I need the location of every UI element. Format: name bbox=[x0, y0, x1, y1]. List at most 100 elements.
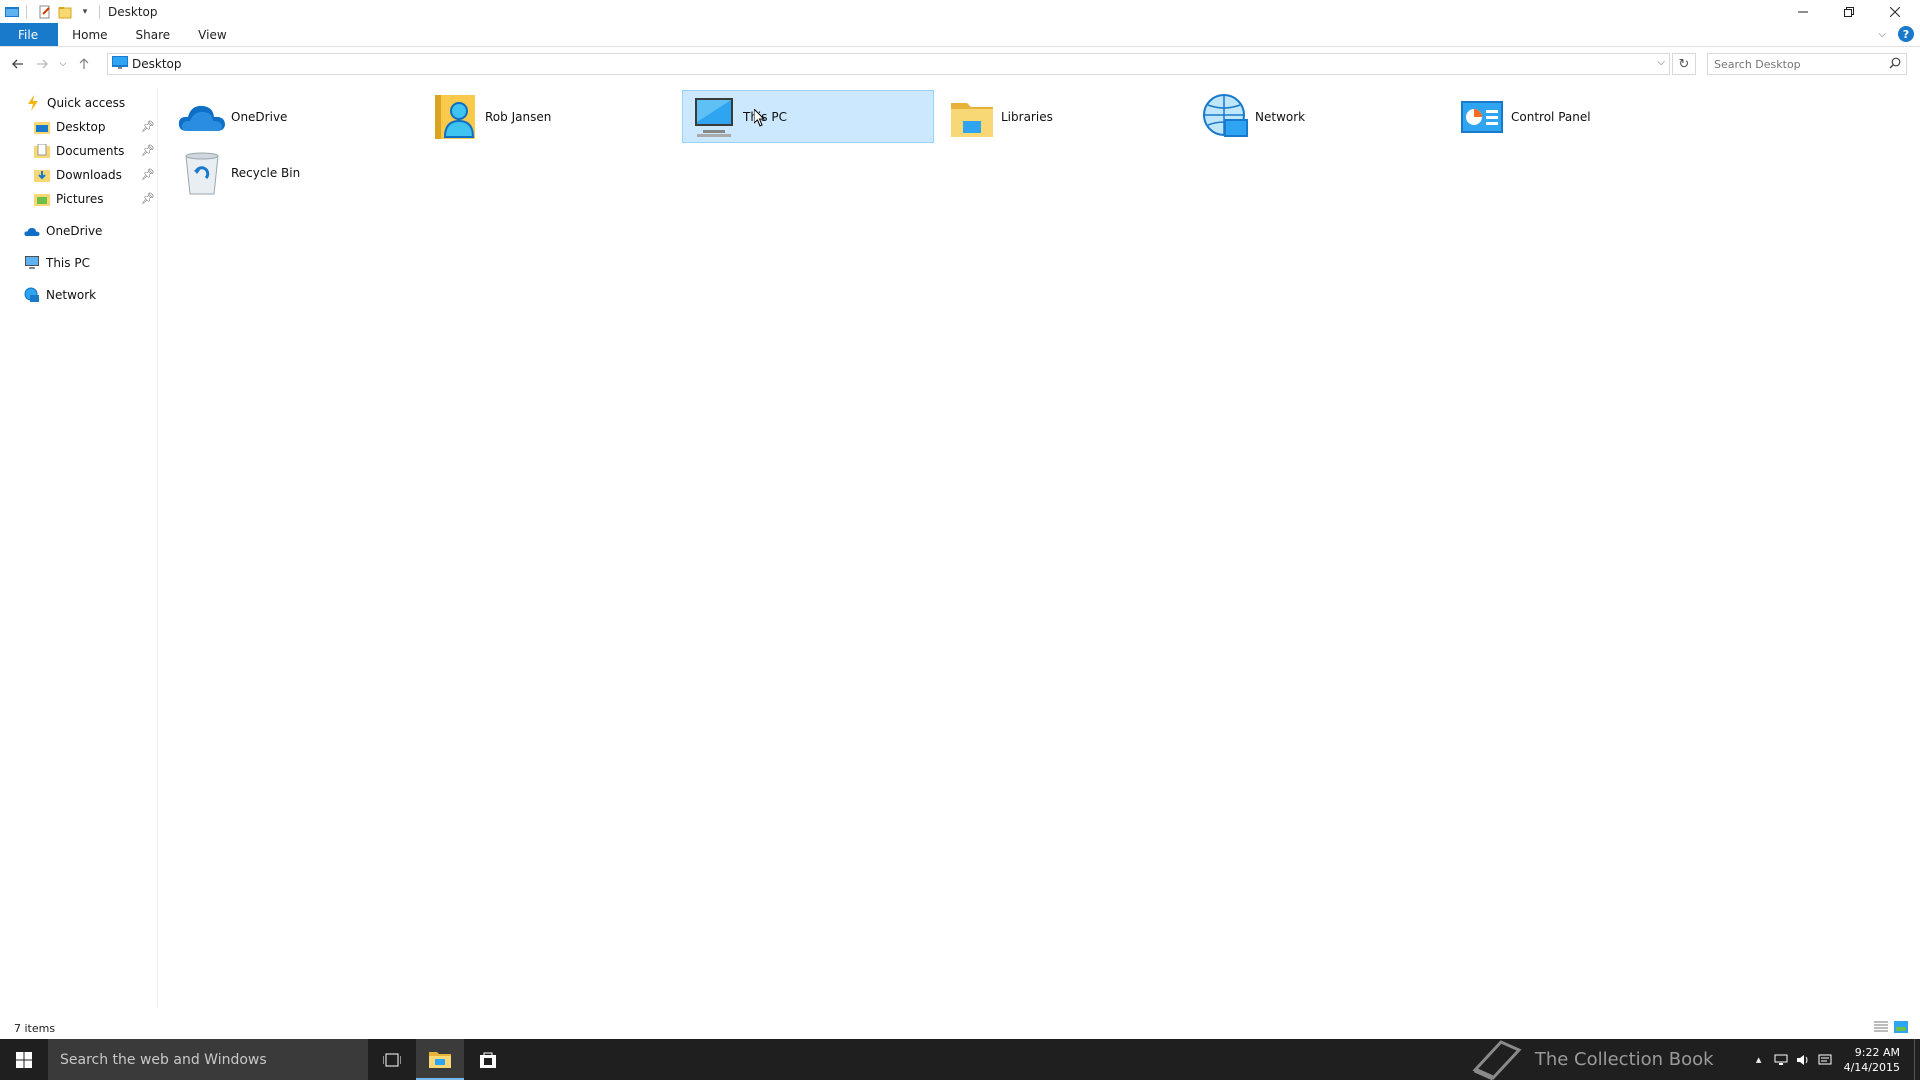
item-count: 7 items bbox=[14, 1021, 56, 1035]
nav-item-network[interactable]: Network bbox=[24, 284, 96, 306]
nav-item-label: OneDrive bbox=[46, 224, 103, 238]
search-icon[interactable] bbox=[1889, 57, 1901, 72]
close-button[interactable] bbox=[1872, 0, 1918, 23]
show-desktop-button[interactable] bbox=[1914, 1039, 1920, 1080]
search-input[interactable] bbox=[1714, 57, 1884, 71]
window-title: Desktop bbox=[108, 4, 158, 19]
nav-item-label: Documents bbox=[56, 144, 125, 158]
nav-item-this-pc[interactable]: This PC bbox=[24, 252, 90, 274]
item-onedrive[interactable]: OneDrive bbox=[170, 90, 422, 143]
back-arrow-icon[interactable] bbox=[6, 52, 30, 76]
status-bar: 7 items bbox=[0, 1017, 1920, 1039]
breadcrumb[interactable]: Desktop bbox=[112, 56, 182, 72]
customize-toolbar-chevron-icon[interactable]: ▾ bbox=[77, 4, 93, 20]
file-explorer-taskbar-icon[interactable] bbox=[416, 1039, 464, 1080]
ribbon-tabs: File Home Share View ⌵ ? bbox=[0, 23, 1920, 47]
address-history-chevron-icon[interactable]: ⌵ bbox=[1657, 57, 1665, 68]
network-icon bbox=[24, 287, 40, 303]
desktop-icon bbox=[112, 56, 128, 72]
item-recycle-bin[interactable]: Recycle Bin bbox=[170, 146, 422, 199]
pictures-folder-icon bbox=[34, 191, 50, 207]
item-this-pc[interactable]: This PC bbox=[682, 90, 934, 143]
item-label: Libraries bbox=[1001, 109, 1053, 124]
start-button[interactable] bbox=[0, 1039, 48, 1080]
details-view-icon[interactable] bbox=[1874, 1021, 1888, 1036]
large-icons-view-icon[interactable] bbox=[1894, 1021, 1908, 1036]
new-folder-icon[interactable] bbox=[57, 4, 73, 20]
quick-access-star-icon bbox=[25, 95, 41, 111]
item-label: Rob Jansen bbox=[485, 109, 552, 124]
mouse-cursor-icon bbox=[753, 107, 766, 130]
breadcrumb-desktop[interactable]: Desktop bbox=[132, 57, 182, 71]
nav-quick-access[interactable]: Quick access bbox=[25, 92, 125, 114]
pin-icon[interactable]: 📌︎ bbox=[141, 168, 155, 181]
navigation-pane: Quick access Desktop 📌︎ Documents 📌︎ Dow… bbox=[0, 88, 158, 1008]
nav-item-label: Downloads bbox=[56, 168, 122, 182]
show-hidden-icons-chevron-icon[interactable]: ▴ bbox=[1748, 1053, 1770, 1066]
user-folder-icon bbox=[431, 92, 481, 142]
recent-locations-chevron-icon[interactable]: ⌵ bbox=[54, 52, 72, 76]
help-icon[interactable]: ? bbox=[1898, 26, 1914, 42]
item-label: Recycle Bin bbox=[231, 165, 301, 180]
title-bar: ▾ Desktop bbox=[0, 0, 1920, 23]
explorer-window: ▾ Desktop File Home Share View ⌵ ? ⌵ Des… bbox=[0, 0, 1920, 1039]
search-box[interactable] bbox=[1707, 53, 1907, 75]
book-icon bbox=[1472, 1039, 1522, 1080]
tab-share[interactable]: Share bbox=[122, 23, 185, 46]
pin-icon[interactable]: 📌︎ bbox=[141, 144, 155, 157]
nav-item-documents[interactable]: Documents bbox=[34, 140, 124, 162]
nav-item-label: Pictures bbox=[56, 192, 104, 206]
nav-item-label: Desktop bbox=[56, 120, 106, 134]
properties-icon[interactable] bbox=[37, 4, 53, 20]
pin-icon[interactable]: 📌︎ bbox=[141, 192, 155, 205]
tab-file[interactable]: File bbox=[0, 23, 59, 46]
network-icon bbox=[1201, 92, 1251, 142]
file-list: OneDrive Rob Jansen This PC Libraries Ne… bbox=[170, 88, 1910, 1008]
item-rob-jansen[interactable]: Rob Jansen bbox=[424, 90, 676, 143]
taskbar-search-box[interactable]: Search the web and Windows bbox=[48, 1039, 368, 1080]
nav-item-label: Quick access bbox=[47, 96, 126, 110]
forward-arrow-icon[interactable] bbox=[30, 52, 54, 76]
nav-item-downloads[interactable]: Downloads bbox=[34, 164, 122, 186]
this-pc-icon bbox=[24, 255, 40, 271]
item-control-panel[interactable]: Control Panel bbox=[1450, 90, 1702, 143]
taskbar-search-placeholder: Search the web and Windows bbox=[60, 1051, 267, 1068]
explorer-window-icon bbox=[4, 4, 20, 20]
action-center-icon[interactable] bbox=[1814, 1054, 1836, 1066]
documents-folder-icon bbox=[34, 143, 50, 159]
pin-icon[interactable]: 📌︎ bbox=[141, 120, 155, 133]
nav-item-pictures[interactable]: Pictures bbox=[34, 188, 104, 210]
system-tray: The Collection Book ▴ 9:22 AM 4/14/2015 bbox=[1471, 1039, 1920, 1080]
watermark: The Collection Book bbox=[1471, 1039, 1714, 1080]
item-network[interactable]: Network bbox=[1194, 90, 1446, 143]
onedrive-icon bbox=[177, 92, 227, 142]
item-label: Control Panel bbox=[1511, 109, 1591, 124]
view-toggles bbox=[1874, 1021, 1908, 1036]
navigation-row: ⌵ Desktop ⌵ ↻ bbox=[0, 50, 1920, 78]
refresh-icon[interactable]: ↻ bbox=[1672, 53, 1696, 75]
tab-home[interactable]: Home bbox=[58, 23, 121, 46]
clock[interactable]: 9:22 AM 4/14/2015 bbox=[1844, 1045, 1900, 1075]
expand-ribbon-chevron-icon[interactable]: ⌵ bbox=[1878, 29, 1886, 40]
clock-time: 9:22 AM bbox=[1854, 1045, 1900, 1059]
nav-item-onedrive[interactable]: OneDrive bbox=[24, 220, 102, 242]
watermark-text: The Collection Book bbox=[1534, 1049, 1714, 1070]
store-taskbar-icon[interactable] bbox=[464, 1039, 512, 1080]
tab-view[interactable]: View bbox=[184, 23, 240, 46]
network-status-icon[interactable] bbox=[1770, 1054, 1792, 1066]
address-bar[interactable]: Desktop ⌵ bbox=[107, 53, 1670, 75]
restore-button[interactable] bbox=[1826, 0, 1872, 23]
desktop-folder-icon bbox=[34, 119, 50, 135]
separator bbox=[26, 4, 27, 19]
minimize-button[interactable] bbox=[1780, 0, 1826, 23]
item-label: Network bbox=[1255, 109, 1306, 124]
nav-item-desktop[interactable]: Desktop bbox=[34, 116, 106, 138]
up-arrow-icon[interactable] bbox=[72, 52, 96, 76]
task-view-icon[interactable] bbox=[368, 1039, 416, 1080]
item-label: OneDrive bbox=[231, 109, 288, 124]
volume-icon[interactable] bbox=[1792, 1054, 1814, 1066]
nav-item-label: This PC bbox=[46, 256, 90, 270]
recycle-bin-icon bbox=[177, 148, 227, 198]
item-libraries[interactable]: Libraries bbox=[940, 90, 1192, 143]
control-panel-icon bbox=[1457, 92, 1507, 142]
